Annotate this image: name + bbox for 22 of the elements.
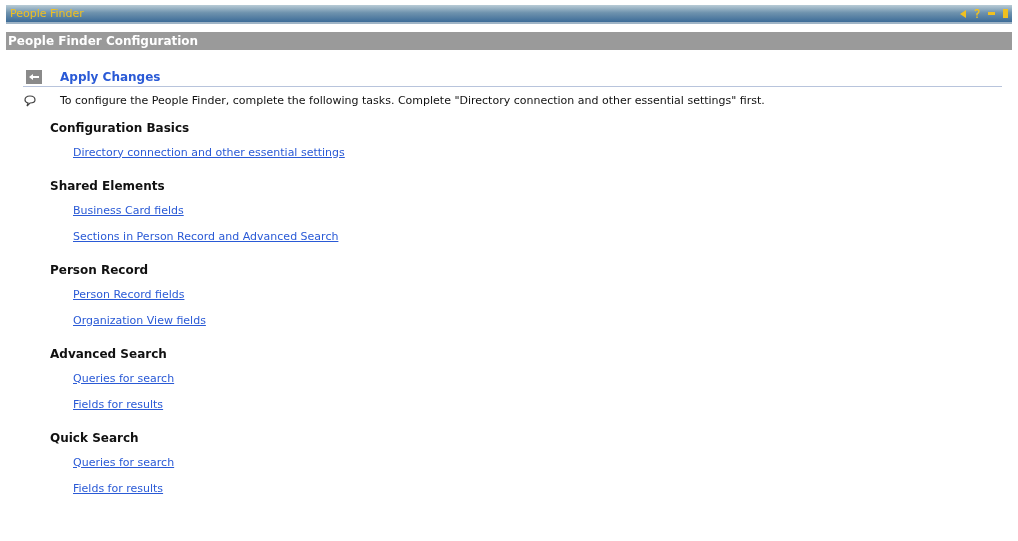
task-link[interactable]: Fields for results bbox=[73, 397, 164, 411]
window-title: People Finder bbox=[10, 7, 84, 20]
instructions-text: To configure the People Finder, complete the following tasks. Complete "Directory connection and other essential settings" first. bbox=[60, 94, 765, 107]
help-icon[interactable] bbox=[974, 9, 980, 18]
apply-icon[interactable] bbox=[26, 70, 42, 84]
apply-changes-link[interactable]: Apply Changes bbox=[60, 70, 161, 84]
task-link[interactable]: Organization View fields bbox=[73, 313, 206, 327]
task-link[interactable]: Fields for results bbox=[73, 481, 164, 495]
speech-bubble-icon bbox=[23, 94, 37, 107]
section-heading: Person Record bbox=[50, 263, 150, 277]
page-title: People Finder Configuration bbox=[8, 34, 199, 48]
task-link[interactable]: Queries for search bbox=[73, 455, 175, 469]
section-heading: Shared Elements bbox=[50, 179, 166, 193]
task-link[interactable]: Person Record fields bbox=[73, 287, 185, 301]
section-heading: Quick Search bbox=[50, 431, 140, 445]
task-link[interactable]: Sections in Person Record and Advanced Search bbox=[73, 229, 339, 243]
task-link[interactable]: Queries for search bbox=[73, 371, 175, 385]
back-arrow-icon[interactable] bbox=[960, 9, 966, 18]
section-heading: Advanced Search bbox=[50, 347, 168, 361]
section-heading: Configuration Basics bbox=[50, 121, 191, 135]
task-link[interactable]: Business Card fields bbox=[73, 203, 184, 217]
task-link[interactable]: Directory connection and other essential settings bbox=[73, 145, 345, 159]
